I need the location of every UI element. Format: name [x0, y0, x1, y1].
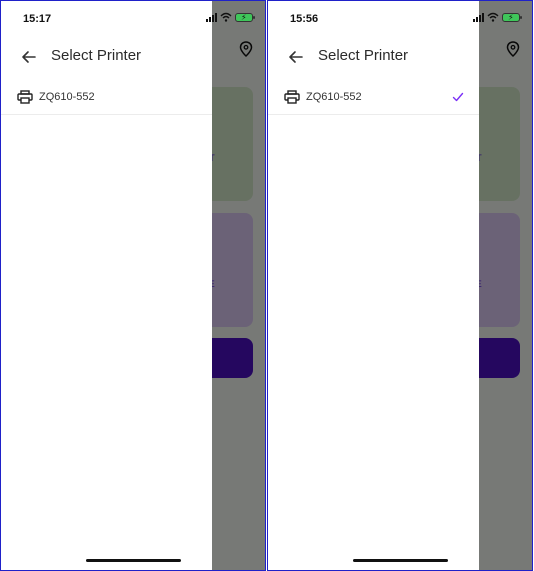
- status-time: 15:56: [290, 13, 319, 25]
- arrow-left-icon[interactable]: [19, 47, 39, 67]
- printer-icon: [284, 90, 300, 104]
- check-icon: [452, 92, 464, 102]
- screenshot-frame: UT E 15:17 Select Printer: [0, 0, 534, 571]
- select-printer-drawer: 15:17 Select Printer ZQ610-552: [1, 1, 212, 570]
- signal-icon: [206, 12, 217, 22]
- wifi-icon: [220, 12, 232, 22]
- drawer-header: Select Printer: [268, 41, 479, 73]
- status-icons: ⚡: [206, 12, 255, 22]
- drawer-header: Select Printer: [1, 41, 212, 73]
- printer-name: ZQ610-552: [306, 91, 362, 103]
- page-title: Select Printer: [51, 47, 142, 64]
- arrow-left-icon[interactable]: [286, 47, 306, 67]
- wifi-icon: [487, 12, 499, 22]
- printer-list-item[interactable]: ZQ610-552: [268, 81, 479, 115]
- printer-list-item[interactable]: ZQ610-552: [1, 81, 212, 115]
- signal-icon: [473, 12, 484, 22]
- page-title: Select Printer: [318, 47, 409, 64]
- battery-icon: ⚡: [235, 12, 255, 22]
- battery-icon: ⚡: [502, 12, 522, 22]
- status-icons: ⚡: [473, 12, 522, 22]
- phone-screen-2: UT E 15:56 Select Printer: [267, 0, 533, 571]
- status-time: 15:17: [23, 13, 52, 25]
- printer-icon: [17, 90, 33, 104]
- home-indicator: [353, 559, 448, 562]
- phone-screen-1: UT E 15:17 Select Printer: [0, 0, 266, 571]
- home-indicator: [86, 559, 181, 562]
- printer-name: ZQ610-552: [39, 91, 95, 103]
- select-printer-drawer: 15:56 Select Printer ZQ610-552: [268, 1, 479, 570]
